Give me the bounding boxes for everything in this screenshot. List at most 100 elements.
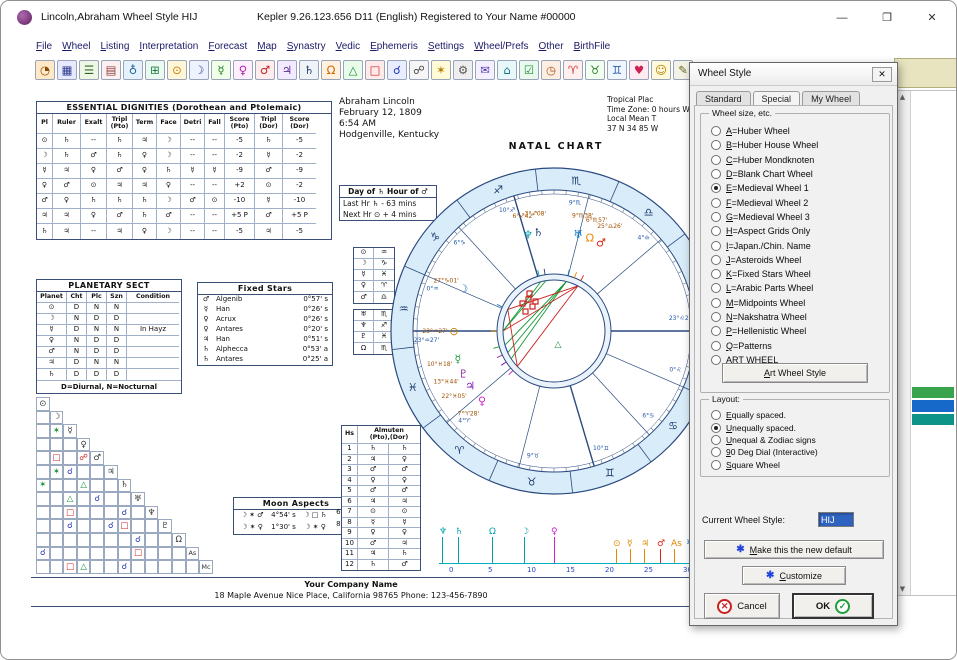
menu-item[interactable]: Interpretation	[134, 41, 203, 52]
wheel-style-option[interactable]: M=Midpoints Wheel	[711, 296, 889, 310]
report-icon[interactable]: ▤	[101, 60, 121, 80]
table-cell: ♄	[81, 194, 107, 209]
essential-dignities-title: ESSENTIAL DIGNITIES (Dorothean and Ptole…	[37, 102, 331, 114]
wheel-style-option[interactable]: D=Blank Chart Wheel	[711, 167, 889, 181]
minimize-button[interactable]: —	[820, 1, 864, 35]
clock-icon[interactable]: ◷	[541, 60, 561, 80]
menu-item[interactable]: Map	[252, 41, 281, 52]
wheel-style-option[interactable]: H=Aspect Grids Only	[711, 224, 889, 238]
wheel-style-option[interactable]: N=Nakshatra Wheel	[711, 310, 889, 324]
close-button[interactable]: ✕	[910, 1, 954, 35]
star-icon[interactable]: ✶	[431, 60, 451, 80]
table-cell: D	[107, 369, 127, 380]
check-icon[interactable]: ☑	[519, 60, 539, 80]
dialog-tab[interactable]: Standard	[696, 91, 751, 106]
dialog-tab[interactable]: My Wheel	[802, 91, 860, 106]
maximize-button[interactable]: ❐	[865, 1, 909, 35]
chart-wheel-icon[interactable]: ◔	[35, 60, 55, 80]
table-row: ♂NDD	[37, 347, 181, 358]
mars-icon[interactable]: ♂	[255, 60, 275, 80]
heart-icon[interactable]: ♥	[629, 60, 649, 80]
jupiter-icon[interactable]: ♃	[277, 60, 297, 80]
menu-item[interactable]: Forecast	[203, 41, 252, 52]
saturn-icon[interactable]: ♄	[299, 60, 319, 80]
table-cell: --	[205, 134, 225, 149]
taurus-icon[interactable]: ♉	[585, 60, 605, 80]
app-window: Lincoln,Abraham Wheel Style HIJ Kepler 9…	[0, 0, 957, 660]
background-row-green	[912, 387, 954, 398]
table-row: ⊙♄--♄♃☽-----5♄-5	[37, 134, 331, 149]
layout-option[interactable]: Equally spaced.	[711, 409, 889, 421]
cancel-button[interactable]: ✕ Cancel	[704, 593, 780, 619]
wheel-style-option[interactable]: I=Japan./Chin. Name	[711, 238, 889, 252]
layout-option[interactable]: Unequally spaced.	[711, 421, 889, 433]
moon-icon[interactable]: ☽	[189, 60, 209, 80]
menu-item[interactable]: Vedic	[331, 41, 365, 52]
layout-option[interactable]: Square Wheel	[711, 459, 889, 471]
dialog-close-icon[interactable]: ✕	[872, 67, 892, 82]
wheel-style-option[interactable]: A=Huber Wheel	[711, 124, 889, 138]
table-cell: N	[107, 325, 127, 336]
layout-option[interactable]: Unequal & Zodiac signs	[711, 434, 889, 446]
ok-button[interactable]: OK ✓	[792, 593, 874, 619]
smiley-icon[interactable]: ☺	[651, 60, 671, 80]
venus-icon[interactable]: ♀	[233, 60, 253, 80]
sun-icon[interactable]: ⊙	[167, 60, 187, 80]
menu-item[interactable]: Settings	[423, 41, 469, 52]
svg-text:23°♒27': 23°♒27'	[414, 337, 440, 344]
menu-item[interactable]: Synastry	[282, 41, 331, 52]
aspect-grid-cell	[118, 547, 132, 561]
grid-icon[interactable]: ▦	[57, 60, 77, 80]
wheel-style-option[interactable]: E=Medieval Wheel 1	[711, 181, 889, 195]
menu-item[interactable]: Listing	[95, 41, 134, 52]
radio-icon	[711, 140, 721, 150]
art-wheel-style-button[interactable]: Art Wheel Style	[722, 363, 868, 383]
wheel-style-option[interactable]: L=Arabic Parts Wheel	[711, 281, 889, 295]
menu-item[interactable]: File	[31, 41, 57, 52]
decl-tick	[674, 549, 675, 563]
wheel-style-option[interactable]: J=Asteroids Wheel	[711, 253, 889, 267]
aspect-grid-cell	[36, 465, 50, 479]
radio-icon	[711, 326, 721, 336]
window-title: Lincoln,Abraham Wheel Style HIJ	[41, 11, 197, 23]
trine-icon[interactable]: △	[343, 60, 363, 80]
wheel-style-option[interactable]: G=Medieval Wheel 3	[711, 210, 889, 224]
menu-item[interactable]: Wheel/Prefs	[469, 41, 533, 52]
aspect-grid-cell	[104, 560, 118, 574]
square-glyph: □	[63, 560, 77, 574]
menu-item[interactable]: Wheel	[57, 41, 95, 52]
wheel-style-option[interactable]: B=Huber House Wheel	[711, 138, 889, 152]
dialog-titlebar[interactable]: Wheel Style	[690, 63, 897, 86]
table-cell: -10	[283, 194, 316, 209]
square-aspect-icon[interactable]: □	[365, 60, 385, 80]
svg-text:9°♏: 9°♏	[569, 200, 582, 207]
node-icon[interactable]: Ω	[321, 60, 341, 80]
wheel-style-option[interactable]: F=Medieval Wheel 2	[711, 195, 889, 209]
gemini-icon[interactable]: ♊	[607, 60, 627, 80]
gear-icon[interactable]: ⚙	[453, 60, 473, 80]
map-icon[interactable]: ⊞	[145, 60, 165, 80]
menu-item[interactable]: BirthFile	[569, 41, 616, 52]
customize-button[interactable]: ✱ Customize	[742, 566, 846, 585]
menu-item[interactable]: Other	[534, 41, 569, 52]
wheel-style-option[interactable]: P=Hellenistic Wheel	[711, 324, 889, 338]
option-label: L=Arabic Parts Wheel	[726, 283, 813, 293]
make-default-button[interactable]: ✱ Make this the new default	[704, 540, 884, 559]
table-cell: ♃	[389, 539, 420, 550]
layout-option[interactable]: 90 Deg Dial (Interactive)	[711, 446, 889, 458]
aries-icon[interactable]: ♈	[563, 60, 583, 80]
table-cell: -5	[225, 224, 255, 239]
option-label: Q=Patterns	[726, 341, 772, 351]
wheel-style-option[interactable]: C=Huber Mondknoten	[711, 153, 889, 167]
menu-item[interactable]: Ephemeris	[365, 41, 423, 52]
wheel-style-option[interactable]: K=Fixed Stars Wheel	[711, 267, 889, 281]
wheel-style-option[interactable]: Q=Patterns	[711, 338, 889, 352]
mail-icon[interactable]: ✉	[475, 60, 495, 80]
current-wheel-style-input[interactable]	[818, 512, 854, 527]
conjunction-icon[interactable]: ☌	[387, 60, 407, 80]
globe-icon[interactable]: ♁	[123, 60, 143, 80]
opposition-icon[interactable]: ☍	[409, 60, 429, 80]
home-icon[interactable]: ⌂	[497, 60, 517, 80]
list-icon[interactable]: ☰	[79, 60, 99, 80]
mercury-icon[interactable]: ☿	[211, 60, 231, 80]
